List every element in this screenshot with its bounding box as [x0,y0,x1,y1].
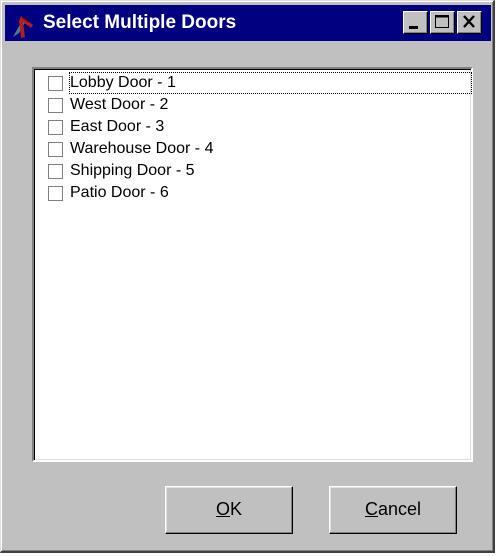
maximize-button[interactable] [430,11,455,34]
close-icon [463,15,475,28]
door-checkbox[interactable] [48,142,63,157]
cancel-mnemonic: C [364,499,378,519]
door-checklist[interactable]: Lobby Door - 1 West Door - 2 East Door -… [32,67,473,462]
title-bar[interactable]: Select Multiple Doors [5,5,491,41]
door-item-patio[interactable]: Patio Door - 6 [48,183,472,204]
select-doors-dialog: Select Multiple Doors Lobby Door - 1 Wes… [0,0,495,553]
cancel-label: ancel [377,499,422,519]
close-button[interactable] [457,11,482,34]
window-title: Select Multiple Doors [43,12,237,33]
ok-label: K [230,499,243,519]
door-checkbox[interactable] [48,76,63,91]
door-label: Patio Door - 6 [70,184,169,201]
door-checkbox[interactable] [48,164,63,179]
door-label: East Door - 3 [70,118,165,135]
door-checkbox[interactable] [48,98,63,113]
door-item-east[interactable]: East Door - 3 [48,117,472,138]
door-label: Warehouse Door - 4 [70,140,214,157]
app-icon [13,16,33,38]
minimize-icon [409,26,418,29]
maximize-icon [435,15,449,28]
door-label: West Door - 2 [70,96,169,113]
door-item-warehouse[interactable]: Warehouse Door - 4 [48,139,472,160]
door-checkbox[interactable] [48,120,63,135]
door-checkbox[interactable] [48,186,63,201]
door-label: Lobby Door - 1 [69,72,472,94]
ok-button[interactable]: OK [165,486,293,534]
door-item-lobby[interactable]: Lobby Door - 1 [48,72,472,94]
door-label: Shipping Door - 5 [70,162,195,179]
ok-mnemonic: O [215,499,230,519]
door-item-west[interactable]: West Door - 2 [48,95,472,116]
cancel-button[interactable]: Cancel [329,486,457,534]
minimize-button[interactable] [403,11,428,34]
door-item-shipping[interactable]: Shipping Door - 5 [48,161,472,182]
